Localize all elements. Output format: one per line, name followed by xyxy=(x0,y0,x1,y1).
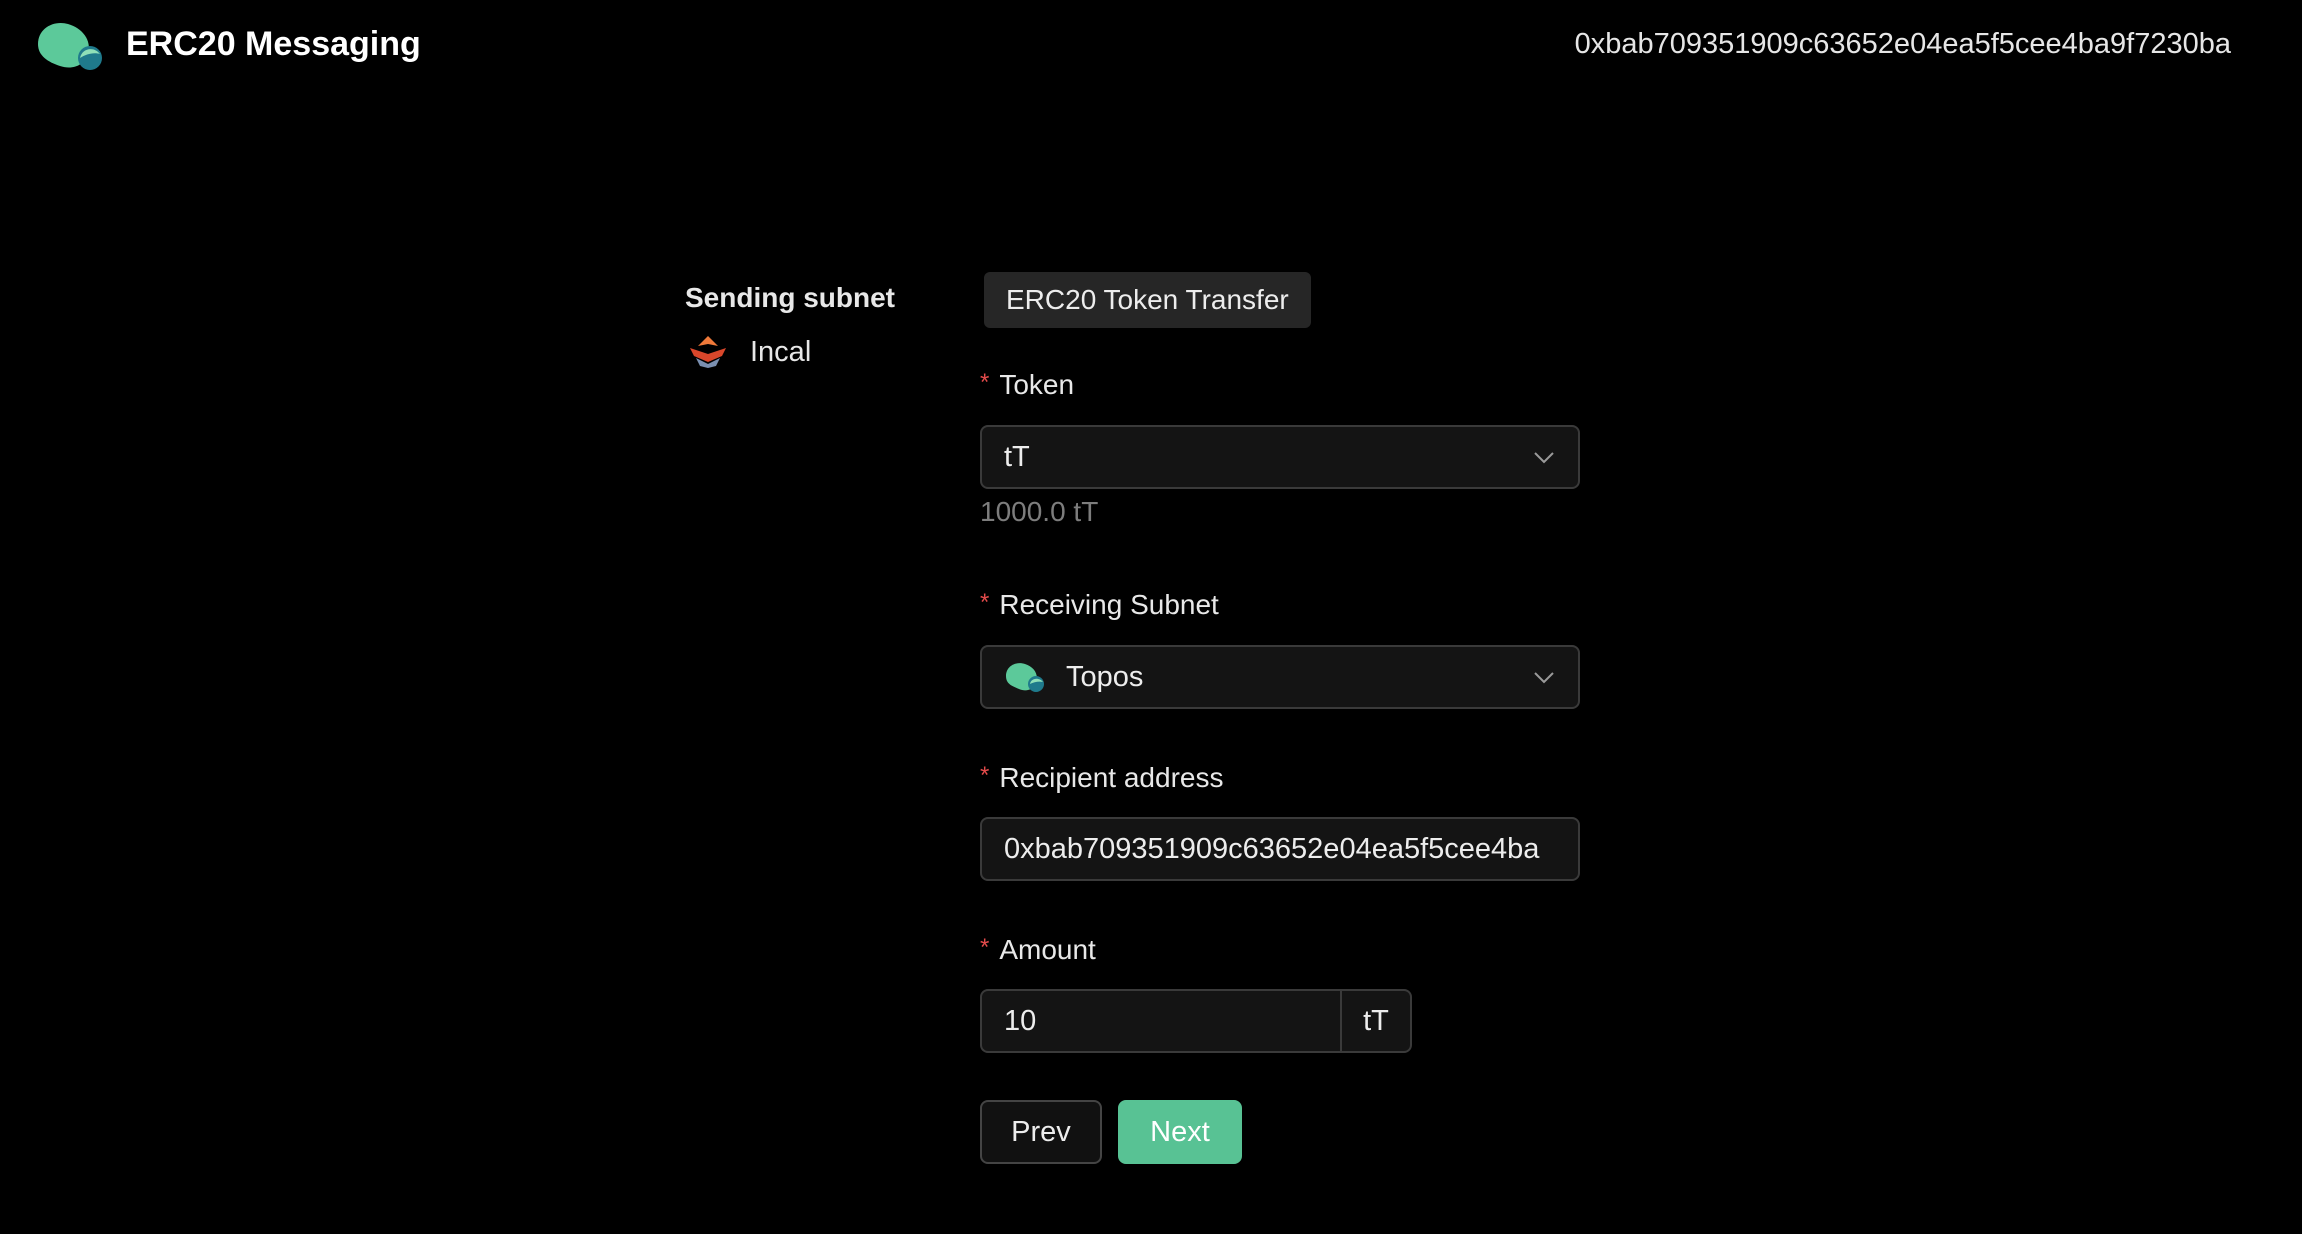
required-marker: * xyxy=(980,589,990,616)
receiving-subnet-label-text: Receiving Subnet xyxy=(999,589,1219,620)
chevron-down-icon xyxy=(1534,672,1554,684)
token-select[interactable]: tT xyxy=(980,425,1580,489)
receiving-subnet-value: Topos xyxy=(1066,660,1144,693)
token-field-label: * Token xyxy=(980,367,1074,403)
required-marker: * xyxy=(980,762,990,789)
required-marker: * xyxy=(980,369,990,396)
sending-subnet-label: Sending subnet xyxy=(685,282,895,313)
amount-field-label: * Amount xyxy=(980,932,1096,968)
topos-logo-icon[interactable] xyxy=(32,18,108,74)
token-label-text: Token xyxy=(999,369,1075,400)
incal-icon xyxy=(690,336,726,368)
amount-unit: tT xyxy=(1340,989,1412,1053)
chevron-down-icon xyxy=(1534,452,1554,464)
app-title: ERC20 Messaging xyxy=(126,25,421,63)
wallet-address[interactable]: 0xbab709351909c63652e04ea5f5cee4ba9f7230… xyxy=(1575,24,2231,64)
sending-subnet-name: Incal xyxy=(750,335,812,368)
app-header: ERC20 Messaging 0xbab709351909c63652e04e… xyxy=(0,0,2302,90)
token-select-value: tT xyxy=(1004,440,1030,473)
receiving-subnet-select[interactable]: Topos xyxy=(980,645,1580,709)
receiving-subnet-field-label: * Receiving Subnet xyxy=(980,587,1219,623)
prev-button[interactable]: Prev xyxy=(980,1100,1102,1164)
tab-erc20-token-transfer[interactable]: ERC20 Token Transfer xyxy=(984,272,1311,328)
sending-subnet: Incal xyxy=(688,332,811,372)
amount-input-group: tT xyxy=(980,989,1412,1053)
recipient-address-label-text: Recipient address xyxy=(999,762,1224,793)
required-marker: * xyxy=(980,934,990,961)
token-balance: 1000.0 tT xyxy=(980,496,1099,527)
recipient-address-input[interactable] xyxy=(980,817,1580,881)
topos-icon xyxy=(1006,663,1044,692)
amount-label-text: Amount xyxy=(999,934,1096,965)
recipient-address-field-label: * Recipient address xyxy=(980,760,1223,796)
amount-input[interactable] xyxy=(980,989,1340,1053)
next-button[interactable]: Next xyxy=(1118,1100,1242,1164)
